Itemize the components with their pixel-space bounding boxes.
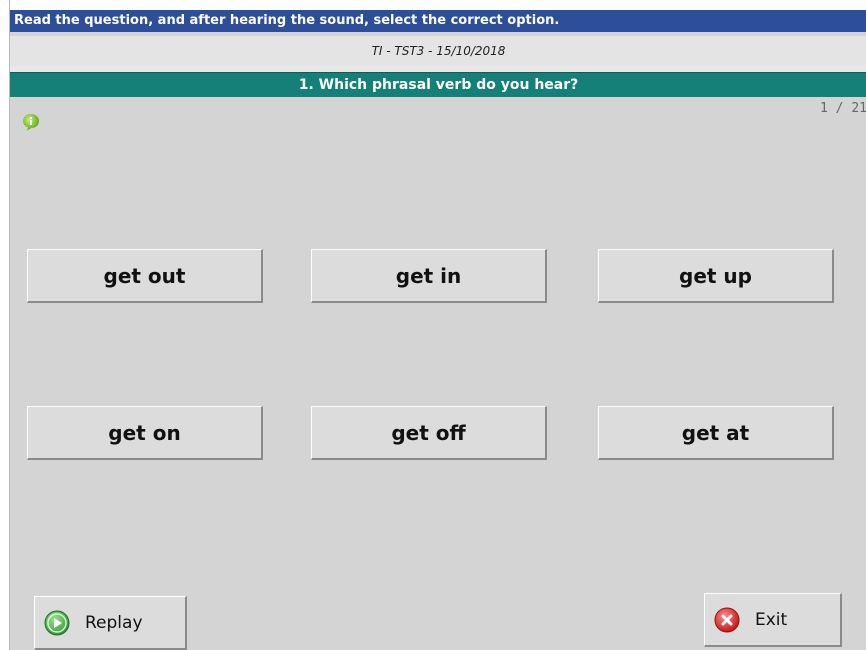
option-button-get-in[interactable]: get in xyxy=(311,249,547,303)
test-id-text: TI - TST3 - 15/10/2018 xyxy=(371,44,506,58)
instruction-text: Read the question, and after hearing the… xyxy=(14,13,560,28)
option-label: get on xyxy=(108,420,181,445)
page-counter: 1 / 21 xyxy=(820,101,866,116)
option-button-get-out[interactable]: get out xyxy=(27,249,263,303)
exit-button[interactable]: Exit xyxy=(704,593,842,647)
option-button-get-up[interactable]: get up xyxy=(598,249,834,303)
play-circle-icon xyxy=(43,609,71,637)
question-text: 1. Which phrasal verb do you hear? xyxy=(298,77,579,93)
option-label: get up xyxy=(679,263,752,288)
question-bar: 1. Which phrasal verb do you hear? xyxy=(10,72,866,97)
option-label: get at xyxy=(681,420,750,445)
option-label: get in xyxy=(395,263,462,288)
option-button-get-off[interactable]: get off xyxy=(311,406,547,460)
option-label: get out xyxy=(103,263,186,288)
info-bubble-icon[interactable] xyxy=(22,113,40,131)
option-label: get off xyxy=(391,420,466,445)
test-id-bar: TI - TST3 - 15/10/2018 xyxy=(10,36,866,66)
replay-label: Replay xyxy=(85,612,143,633)
quiz-window: Read the question, and after hearing the… xyxy=(9,0,866,650)
option-button-get-at[interactable]: get at xyxy=(598,406,834,460)
replay-button[interactable]: Replay xyxy=(34,596,187,650)
instruction-bar: Read the question, and after hearing the… xyxy=(10,0,866,32)
exit-label: Exit xyxy=(755,609,788,630)
close-circle-icon xyxy=(713,606,741,634)
option-button-get-on[interactable]: get on xyxy=(27,406,263,460)
